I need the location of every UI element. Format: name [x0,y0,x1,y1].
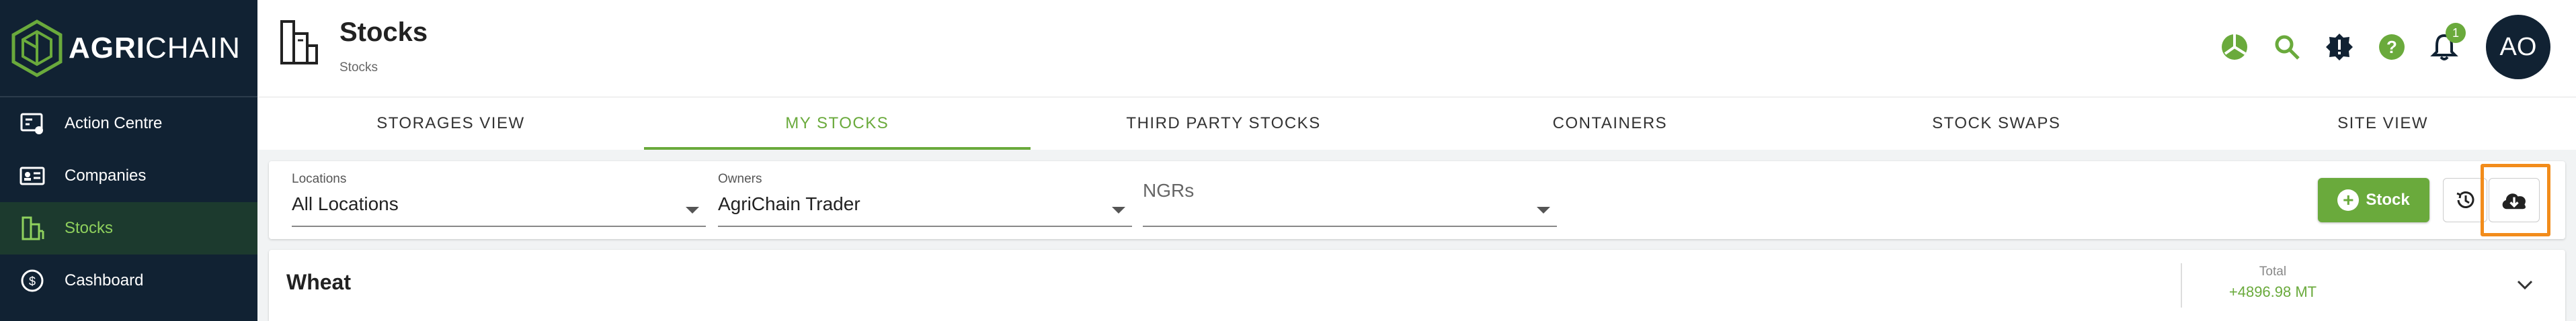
agrichain-logo-icon [11,19,63,77]
commodity-name: Wheat [286,270,351,294]
pie-chart-icon [2222,34,2247,60]
sidebar-item-action-centre[interactable]: Action Centre [0,97,257,150]
action-centre-icon [20,113,43,134]
sidebar-item-cashboard[interactable]: $ Cashboard [0,255,257,307]
stocks-page-icon [280,20,318,64]
chevron-down-icon[interactable] [2514,274,2536,295]
locations-value: All Locations [292,193,399,214]
alerts-button[interactable] [2323,31,2356,63]
help-button[interactable]: ? [2376,31,2408,63]
commodity-total: Total +4896.98 MT [2209,265,2337,301]
sidebar-item-companies[interactable]: Companies [0,150,257,202]
chevron-down-icon [1537,207,1550,214]
locations-label: Locations [292,172,347,186]
sidebar-item-label: Stocks [65,219,114,237]
notification-count-badge: 1 [2446,23,2466,43]
owners-select[interactable]: Owners AgriChain Trader [718,172,1132,227]
search-icon [2275,35,2300,60]
svg-text:?: ? [2386,37,2397,57]
tab-my-stocks[interactable]: MY STOCKS [643,97,1031,150]
alert-badge-icon [2326,34,2353,60]
locations-select[interactable]: Locations All Locations [292,172,706,227]
help-icon: ? [2379,34,2405,60]
commodity-row[interactable]: Wheat Total +4896.98 MT [269,250,2565,321]
breadcrumb: Stocks [339,60,378,75]
total-label: Total [2259,265,2287,279]
download-button[interactable] [2489,178,2540,222]
chevron-down-icon [686,207,699,214]
ngrs-placeholder: NGRs [1143,180,1195,201]
svg-text:$: $ [29,275,36,288]
owners-value: AgriChain Trader [718,193,860,214]
tab-containers[interactable]: CONTAINERS [1416,97,1803,150]
search-button[interactable] [2271,31,2303,63]
add-stock-label: Stock [2366,191,2410,209]
add-stock-button[interactable]: + Stock [2318,178,2429,222]
owners-label: Owners [718,172,762,186]
stocks-icon [22,216,44,240]
brand-name: AGRICHAIN [69,31,241,64]
sidebar-item-label: Action Centre [65,114,163,132]
tab-storages-view[interactable]: STORAGES VIEW [257,97,644,150]
tab-third-party-stocks[interactable]: THIRD PARTY STOCKS [1031,97,1417,150]
cloud-download-icon [2502,193,2526,210]
plus-icon: + [2337,189,2360,211]
stocks-tabs: STORAGES VIEW MY STOCKS THIRD PARTY STOC… [257,97,2576,150]
cashboard-icon: $ [21,269,44,292]
page-header: Stocks Stocks ? 1 AO [257,0,2576,97]
sidebar: AGRICHAIN Action Centre Companies Stocks… [0,0,257,321]
divider [2181,263,2182,308]
page-title: Stocks [339,17,428,47]
tab-stock-swaps[interactable]: STOCK SWAPS [1803,97,2189,150]
app-root: AGRICHAIN Action Centre Companies Stocks… [0,0,2576,321]
sidebar-item-label: Companies [65,167,147,185]
user-avatar[interactable]: AO [2486,15,2550,79]
history-button[interactable] [2443,178,2487,222]
companies-icon [19,167,45,185]
header-actions: ? 1 AO [2218,13,2550,81]
analytics-button[interactable] [2218,31,2251,63]
brand-logo[interactable]: AGRICHAIN [0,0,257,97]
sidebar-item-label: Cashboard [65,271,144,289]
filter-bar: Locations All Locations Owners AgriChain… [269,161,2565,239]
chevron-down-icon [1112,207,1125,214]
tab-site-view[interactable]: SITE VIEW [2189,97,2576,150]
notifications-button[interactable]: 1 [2428,23,2466,63]
sidebar-item-stocks[interactable]: Stocks [0,202,257,255]
history-icon [2456,191,2474,208]
ngrs-select[interactable]: NGRs [1143,172,1557,227]
total-value: +4896.98 MT [2228,283,2317,300]
